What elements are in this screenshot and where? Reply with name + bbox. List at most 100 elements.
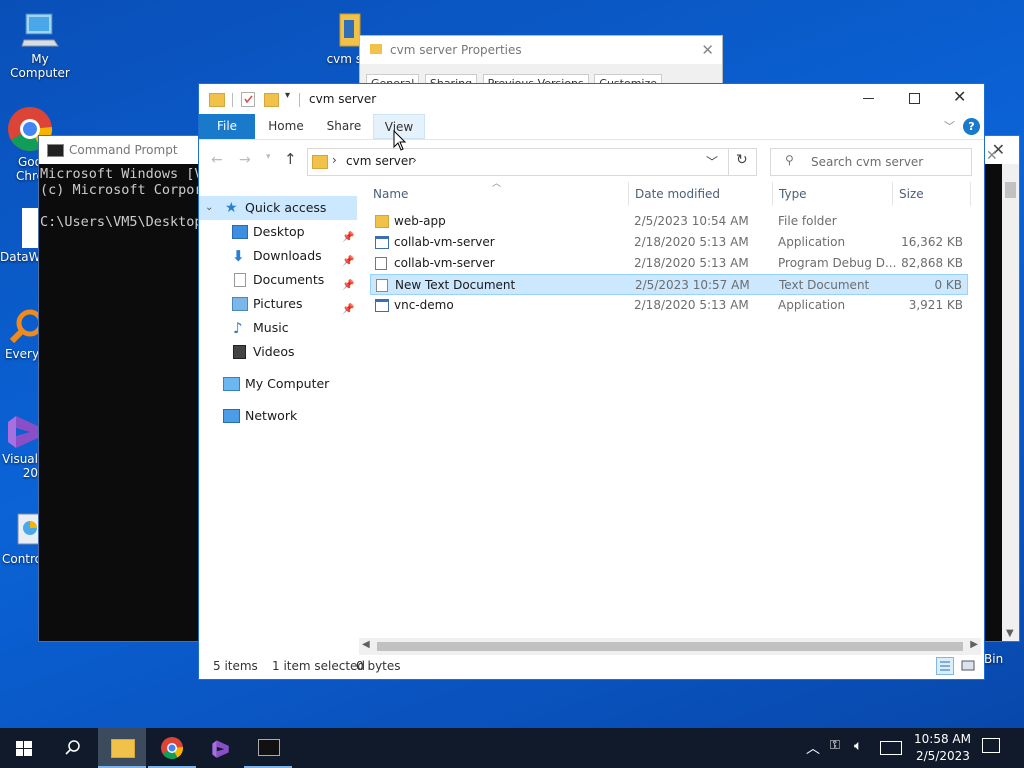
- large-icons-view-icon[interactable]: [960, 657, 978, 675]
- folder-icon: [312, 155, 328, 169]
- file-size: 16,362 KB: [901, 235, 963, 249]
- up-arrow-icon[interactable]: ↑: [284, 150, 297, 168]
- notifications-icon[interactable]: [982, 738, 1000, 753]
- search-button[interactable]: [48, 728, 96, 768]
- column-divider[interactable]: [970, 182, 971, 206]
- speaker-icon[interactable]: 🔈︎: [854, 738, 862, 754]
- nav-item-my-computer[interactable]: My Computer: [199, 372, 357, 396]
- nav-item-downloads[interactable]: ⬇ Downloads 📌: [199, 244, 357, 268]
- forward-arrow-icon[interactable]: →: [239, 152, 251, 168]
- taskbar-command-prompt[interactable]: [244, 728, 292, 768]
- nav-item-network[interactable]: Network: [199, 404, 357, 428]
- folder-icon: [111, 739, 135, 758]
- file-list: ︿ Name Date modified Type Size web-app 2…: [367, 179, 973, 637]
- nav-item-label: Quick access: [245, 200, 327, 215]
- close-icon[interactable]: ✕: [953, 87, 966, 106]
- file-row[interactable]: collab-vm-server 2/18/2020 5:13 AM Appli…: [370, 232, 968, 253]
- details-view-icon[interactable]: [936, 657, 954, 675]
- address-bar[interactable]: › cvm server › ﹀ ↻: [307, 148, 757, 176]
- chevron-down-icon[interactable]: ⌄: [205, 196, 213, 220]
- show-hidden-icons-chevron-icon[interactable]: ︿: [806, 738, 820, 758]
- column-divider[interactable]: [772, 182, 773, 206]
- refresh-icon[interactable]: ↻: [736, 152, 748, 168]
- breadcrumb-cvm-server[interactable]: cvm server: [346, 154, 413, 168]
- scrollbar-thumb[interactable]: [1005, 182, 1016, 198]
- scroll-right-icon[interactable]: ▶: [970, 639, 978, 650]
- taskbar-file-explorer[interactable]: [98, 728, 146, 768]
- start-button[interactable]: [0, 728, 48, 768]
- ribbon-tab-home[interactable]: Home: [261, 114, 311, 139]
- desktop-folder-icon: [232, 225, 248, 239]
- chevron-down-icon[interactable]: ▼: [1006, 628, 1014, 639]
- file-date: 2/18/2020 5:13 AM: [634, 298, 749, 312]
- scrollbar-thumb[interactable]: [377, 642, 963, 651]
- item-count: 5 items: [213, 659, 258, 673]
- clock-time[interactable]: 10:58 AM: [914, 732, 971, 746]
- expand-ribbon-chevron-icon[interactable]: ﹀: [944, 118, 955, 134]
- nav-item-label: Videos: [253, 344, 295, 359]
- explorer-titlebar[interactable]: ▾ cvm server ✕: [199, 84, 984, 114]
- close-icon[interactable]: ✕: [986, 148, 998, 164]
- file-date: 2/5/2023 10:54 AM: [634, 214, 749, 228]
- column-header-date[interactable]: Date modified: [635, 182, 775, 206]
- nav-item-label: Documents: [253, 272, 325, 287]
- nav-item-label: Desktop: [253, 224, 305, 239]
- ribbon-tab-file[interactable]: File: [199, 114, 255, 139]
- ribbon-tab-share[interactable]: Share: [319, 114, 369, 139]
- scroll-left-icon[interactable]: ◀: [362, 639, 370, 650]
- status-bar: 5 items 1 item selected 0 bytes: [199, 653, 984, 679]
- nav-item-desktop[interactable]: Desktop 📌: [199, 220, 357, 244]
- maximize-icon[interactable]: [909, 93, 920, 104]
- desktop-icon-recycle-bin[interactable]: Bin: [984, 652, 1024, 666]
- nav-item-music[interactable]: ♪ Music: [199, 316, 357, 340]
- folder-icon: [370, 44, 382, 54]
- address-history-chevron-icon[interactable]: ﹀: [706, 153, 718, 170]
- debug-file-icon: [375, 257, 387, 270]
- recent-locations-chevron-icon[interactable]: ▾: [266, 152, 271, 162]
- music-note-icon: ♪: [233, 319, 243, 337]
- cmd-icon: [47, 144, 64, 157]
- nav-item-label: Network: [245, 408, 298, 423]
- column-header-type[interactable]: Type: [779, 182, 889, 206]
- file-explorer-window[interactable]: ▾ cvm server ✕ File Home Share View ﹀ ? …: [198, 83, 998, 680]
- desktop-icon-dataw[interactable]: DataW: [0, 208, 52, 264]
- ribbon: File Home Share View ﹀ ?: [199, 114, 984, 140]
- properties-titlebar[interactable]: cvm server Properties ✕: [360, 36, 722, 64]
- cmd-scrollbar[interactable]: ▼: [1002, 164, 1019, 641]
- properties-quick-icon[interactable]: [241, 92, 255, 107]
- column-header-size[interactable]: Size: [899, 182, 969, 206]
- breadcrumb-separator-icon[interactable]: ›: [332, 153, 337, 167]
- file-row[interactable]: collab-vm-server 2/18/2020 5:13 AM Progr…: [370, 253, 968, 274]
- search-placeholder[interactable]: Search cvm server: [811, 155, 923, 169]
- windows-logo-icon: [16, 741, 32, 756]
- close-icon[interactable]: ✕: [701, 36, 714, 64]
- file-name: vnc-demo: [394, 298, 454, 312]
- clock-date[interactable]: 2/5/2023: [916, 749, 970, 763]
- search-box[interactable]: ⚲ Search cvm server: [770, 148, 972, 176]
- column-divider[interactable]: [892, 182, 893, 206]
- column-divider[interactable]: [628, 182, 629, 206]
- column-header-name[interactable]: Name: [373, 182, 623, 206]
- nav-item-pictures[interactable]: Pictures 📌: [199, 292, 357, 316]
- selection-size: 0 bytes: [356, 659, 401, 673]
- file-row-selected[interactable]: New Text Document 2/5/2023 10:57 AM Text…: [370, 274, 968, 295]
- file-row[interactable]: vnc-demo 2/18/2020 5:13 AM Application 3…: [370, 295, 968, 316]
- taskbar-visual-studio[interactable]: [196, 728, 244, 768]
- minimize-icon[interactable]: [863, 98, 874, 99]
- nav-item-quick-access[interactable]: ⌄ ★ Quick access: [199, 196, 357, 220]
- taskbar-chrome[interactable]: [148, 728, 196, 768]
- new-folder-icon[interactable]: [264, 93, 279, 107]
- selection-count: 1 item selected: [272, 659, 366, 673]
- system-tray-icon[interactable]: ⚿: [830, 738, 840, 753]
- desktop-icon-my-computer[interactable]: My Computer: [0, 10, 80, 80]
- file-row[interactable]: web-app 2/5/2023 10:54 AM File folder: [370, 211, 968, 232]
- breadcrumb-separator-icon[interactable]: ›: [412, 153, 417, 167]
- nav-item-videos[interactable]: Videos: [199, 340, 357, 364]
- file-size: 0 KB: [934, 278, 962, 292]
- help-icon[interactable]: ?: [963, 118, 980, 135]
- file-type: Application: [778, 235, 846, 249]
- customize-toolbar-icon[interactable]: ▾: [285, 90, 290, 101]
- nav-item-documents[interactable]: Documents 📌: [199, 268, 357, 292]
- keyboard-icon[interactable]: [880, 741, 902, 755]
- back-arrow-icon[interactable]: ←: [211, 152, 223, 168]
